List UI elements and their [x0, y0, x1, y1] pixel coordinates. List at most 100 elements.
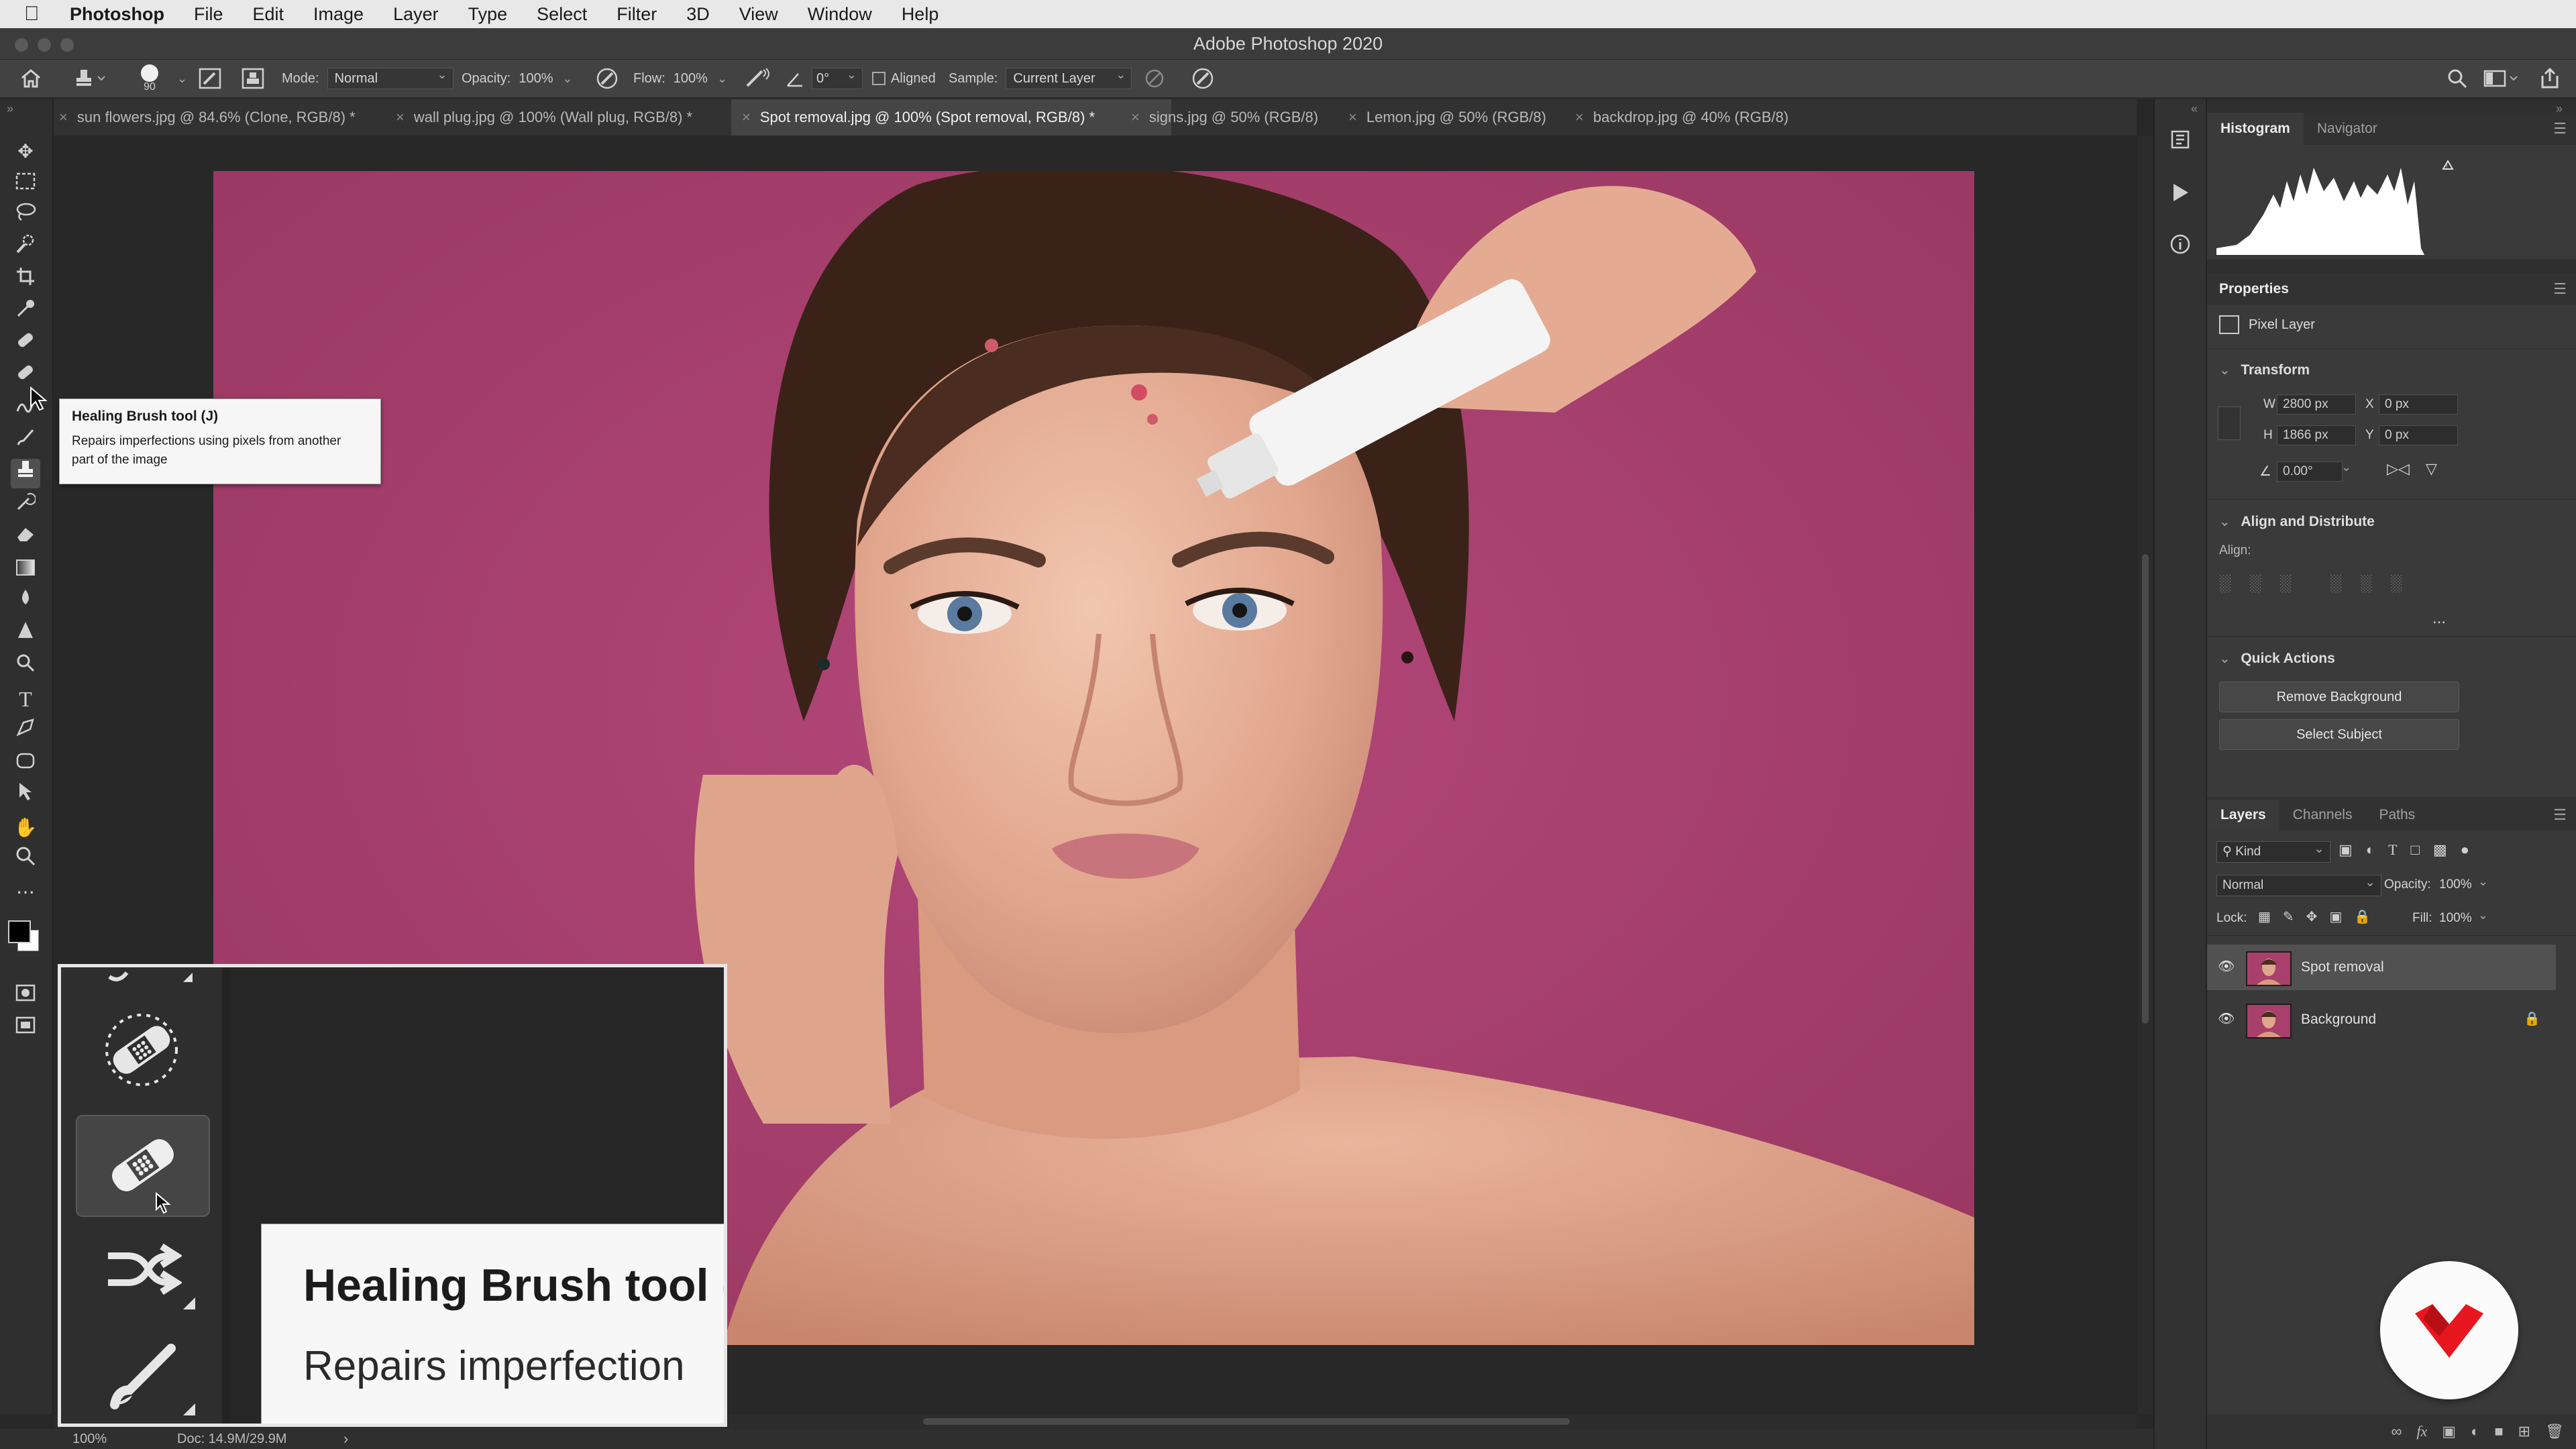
horizontal-scroll-thumb[interactable] [923, 1418, 1570, 1425]
filter-toggle-icon[interactable]: ● [2461, 841, 2469, 859]
link-dimensions-icon[interactable] [2218, 407, 2241, 440]
link-layers-icon[interactable]: ∞ [2392, 1423, 2402, 1440]
home-icon[interactable] [20, 60, 42, 97]
select-subject-button[interactable]: Select Subject [2219, 719, 2459, 750]
chevron-down-icon[interactable]: ⌄ [177, 60, 187, 97]
remove-background-button[interactable]: Remove Background [2219, 682, 2459, 712]
zoom-window-icon[interactable] [60, 38, 74, 52]
close-window-icon[interactable] [15, 38, 28, 52]
menu-3d[interactable]: 3D [686, 4, 710, 25]
airbrush-icon[interactable] [745, 60, 771, 97]
lock-artboard-icon[interactable]: ▣ [2329, 908, 2342, 925]
ignore-adjustment-layers-icon[interactable] [1144, 60, 1165, 97]
menu-filter[interactable]: Filter [616, 4, 657, 25]
visibility-eye-icon[interactable]: 👁 [2218, 958, 2235, 975]
color-swatches[interactable] [7, 919, 43, 955]
hand-tool-icon[interactable]: ✋ [11, 813, 40, 843]
align-middle-vertical-icon[interactable]: ░ [2360, 574, 2371, 593]
lock-image-icon[interactable]: ✎ [2283, 908, 2294, 925]
chevron-down-icon[interactable]: ⌄ [2219, 651, 2231, 666]
quick-mask-icon[interactable] [11, 981, 40, 1010]
tab-channels[interactable]: Channels [2279, 800, 2366, 830]
add-mask-icon[interactable]: ▣ [2442, 1423, 2456, 1440]
brush-tool-icon[interactable] [101, 1340, 182, 1417]
chevron-down-icon[interactable]: ⌄ [563, 72, 573, 86]
chevron-right-icon[interactable]: › [343, 1430, 348, 1448]
workspace-icon[interactable] [2483, 60, 2520, 97]
history-panel-icon[interactable] [2169, 129, 2191, 154]
dodge-tool-icon[interactable] [11, 620, 40, 649]
layer-row-background[interactable]: 👁 Background 🔒 [2207, 997, 2556, 1042]
tab-backdrop[interactable]: × backdrop.jpg @ 40% (RGB/8) [1575, 99, 1843, 136]
pressure-opacity-icon[interactable] [596, 60, 619, 97]
layer-row-spot-removal[interactable]: 👁 Spot removal [2207, 945, 2556, 990]
stamp-tool-preset-icon[interactable] [75, 60, 107, 97]
visibility-eye-icon[interactable]: 👁 [2218, 1010, 2235, 1027]
close-icon[interactable]: × [1575, 109, 1584, 125]
menu-image[interactable]: Image [313, 4, 364, 25]
flip-horizontal-icon[interactable]: ▷◁ [2387, 460, 2410, 478]
menu-type[interactable]: Type [468, 4, 508, 25]
share-icon[interactable] [2540, 60, 2560, 97]
menu-select[interactable]: Select [537, 4, 587, 25]
menu-file[interactable]: File [194, 4, 223, 25]
menu-view[interactable]: View [739, 4, 778, 25]
panel-menu-icon[interactable]: ☰ [2553, 113, 2567, 145]
spot-healing-brush-tool-icon[interactable] [11, 330, 40, 360]
tab-lemon[interactable]: × Lemon.jpg @ 50% (RGB/8) [1348, 99, 1590, 136]
more-tools-icon[interactable]: ⋯ [11, 877, 40, 907]
expand-panels-icon[interactable]: « [2191, 102, 2198, 116]
chevron-down-icon[interactable]: ⌄ [2478, 875, 2488, 889]
layer-name[interactable]: Spot removal [2301, 959, 2384, 975]
lock-position-icon[interactable]: ✥ [2306, 908, 2318, 925]
screen-mode-icon[interactable] [11, 1013, 40, 1042]
new-layer-icon[interactable]: ⊞ [2518, 1423, 2530, 1440]
trash-icon[interactable]: 🗑 [2545, 1423, 2564, 1440]
chevron-down-icon[interactable]: ⌄ [2478, 908, 2488, 922]
quick-selection-tool-icon[interactable] [11, 233, 40, 263]
clone-source-panel-icon[interactable] [241, 60, 264, 97]
adjustment-layer-icon[interactable]: ◐ [2471, 1423, 2479, 1440]
marquee-tool-icon[interactable] [11, 169, 40, 199]
lock-icon[interactable]: 🔒 [2524, 1010, 2540, 1027]
apple-menu-icon[interactable]:  [24, 3, 55, 25]
brush-settings-panel-icon[interactable] [199, 60, 221, 97]
layer-style-icon[interactable]: fx [2416, 1423, 2427, 1440]
x-field[interactable]: 0 px [2379, 394, 2458, 415]
flow-field[interactable]: 100% [674, 71, 708, 87]
align-bottom-icon[interactable]: ░ [2390, 574, 2402, 593]
foreground-color-swatch[interactable] [8, 920, 31, 943]
more-options-icon[interactable]: ... [2432, 609, 2446, 628]
align-top-icon[interactable]: ░ [2330, 574, 2341, 593]
zoom-level[interactable]: 100% [72, 1432, 107, 1447]
chevron-down-icon[interactable]: ⌄ [2219, 515, 2231, 529]
healing-brush-icon-selected[interactable] [76, 1115, 210, 1217]
flip-vertical-icon[interactable]: ▽ [2426, 460, 2437, 478]
spot-healing-brush-icon[interactable] [101, 1013, 182, 1090]
zoom-tool-icon[interactable] [11, 845, 40, 875]
menu-window[interactable]: Window [808, 4, 872, 25]
aligned-checkbox[interactable] [872, 72, 885, 85]
menu-edit[interactable]: Edit [253, 4, 284, 25]
vertical-scroll-thumb[interactable] [2142, 554, 2149, 1024]
close-icon[interactable]: × [742, 109, 751, 125]
fill-field[interactable]: 100% [2439, 911, 2472, 926]
close-icon[interactable]: × [59, 109, 68, 125]
y-field[interactable]: 0 px [2379, 425, 2458, 445]
opacity-field[interactable]: 100% [519, 71, 553, 87]
minimize-window-icon[interactable] [38, 38, 51, 52]
pressure-size-icon[interactable] [1191, 60, 1214, 97]
tab-wall-plug[interactable]: × wall plug.jpg @ 100% (Wall plug, RGB/8)… [396, 99, 771, 136]
tab-paths[interactable]: Paths [2365, 800, 2428, 830]
filter-pixel-icon[interactable]: ▣ [2339, 841, 2353, 859]
new-group-icon[interactable]: ■ [2494, 1423, 2503, 1440]
tab-signs[interactable]: × signs.jpg @ 50% (RGB/8) [1131, 99, 1373, 136]
direct-selection-tool-icon[interactable] [11, 781, 40, 810]
layer-opacity-field[interactable]: 100% [2439, 877, 2472, 892]
close-icon[interactable]: × [396, 109, 405, 125]
chevron-down-icon[interactable]: ⌄ [2341, 460, 2351, 474]
collapse-toolbar-icon[interactable]: » [7, 102, 13, 116]
clone-stamp-tool-icon[interactable] [11, 459, 40, 488]
rotation-field[interactable]: 0.00° [2277, 462, 2343, 482]
chevron-down-icon[interactable]: ⌄ [717, 72, 727, 86]
